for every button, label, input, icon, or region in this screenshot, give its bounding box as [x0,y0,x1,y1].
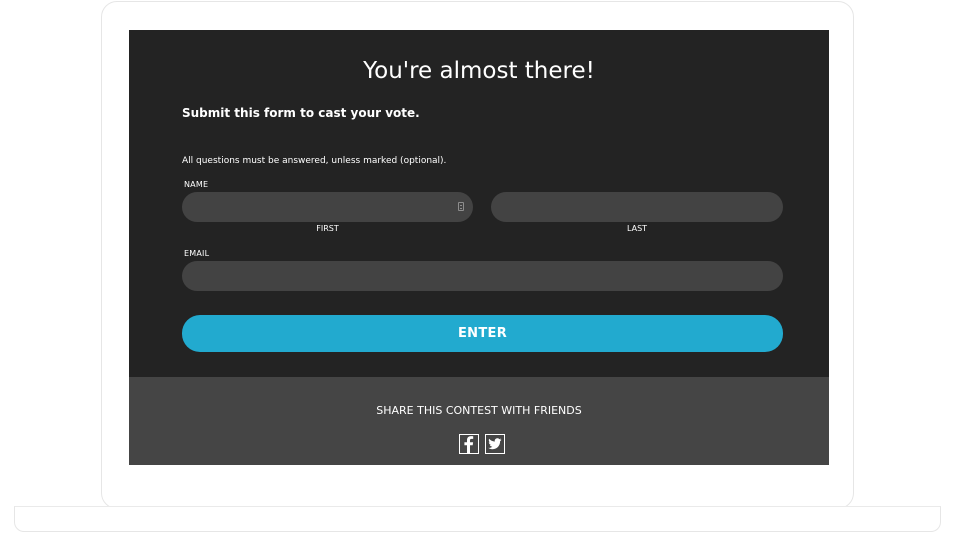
contest-screen: You're almost there! Submit this form to… [129,30,829,465]
name-label: NAME [184,180,209,189]
laptop-base [14,506,941,532]
first-name-sublabel: FIRST [316,224,339,233]
form-instructions: All questions must be answered, unless m… [182,156,447,166]
email-input[interactable] [182,261,783,291]
last-name-input[interactable] [491,192,783,222]
email-label: EMAIL [184,249,210,258]
form-subtitle: Submit this form to cast your vote. [182,106,420,120]
enter-button[interactable]: ENTER [182,315,783,352]
last-name-sublabel: LAST [626,224,648,233]
contact-card-icon[interactable] [458,202,464,211]
page-title: You're almost there! [363,58,595,84]
vote-form: You're almost there! Submit this form to… [129,30,829,377]
twitter-icon[interactable] [485,434,505,454]
share-heading: SHARE THIS CONTEST WITH FRIENDS [376,404,582,417]
facebook-icon[interactable] [459,434,479,454]
first-name-input[interactable] [182,192,473,222]
share-section: SHARE THIS CONTEST WITH FRIENDS [129,377,829,465]
